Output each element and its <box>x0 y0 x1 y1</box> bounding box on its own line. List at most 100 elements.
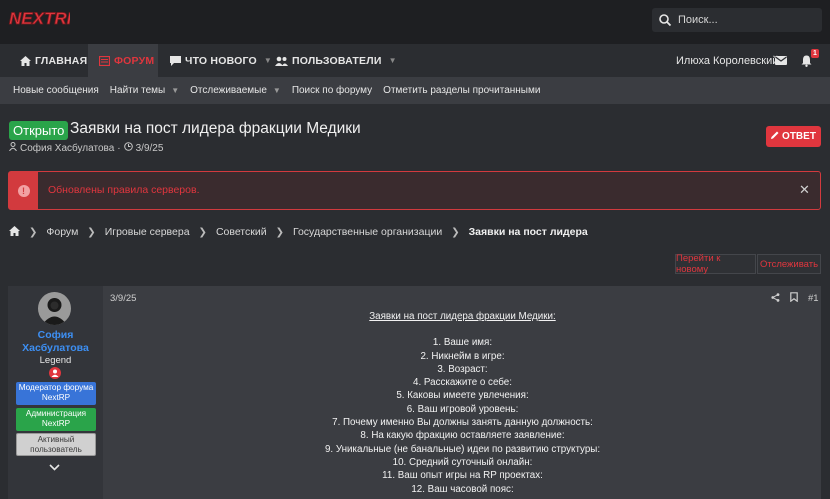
main-nav: ГЛАВНАЯ ФОРУМ ЧТО НОВОГО ▼ ПОЛЬЗОВАТЕЛИ … <box>0 44 830 77</box>
banner-line1: Администрация <box>25 409 87 418</box>
home-icon <box>20 55 31 66</box>
user-banner-active: Активный пользователь <box>16 433 96 456</box>
chevron-down-icon[interactable] <box>49 462 60 474</box>
post-username-line1: София <box>37 329 74 341</box>
breadcrumb-forum[interactable]: Форум <box>46 226 78 238</box>
user-icon <box>9 142 17 154</box>
nav-forum-label: ФОРУМ <box>114 54 155 67</box>
share-icon[interactable] <box>771 292 780 305</box>
top-bar: NEXTRP Поиск... <box>0 0 830 44</box>
reply-button[interactable]: ОТВЕТ <box>766 126 821 147</box>
post-content-title: Заявки на пост лидера фракции Медики: <box>369 311 556 322</box>
chevron-right-icon: ❯ <box>87 226 96 238</box>
chevron-right-icon: ❯ <box>275 226 284 238</box>
post-line: 5. Каковы имеете увлечения: <box>396 390 529 402</box>
search-placeholder: Поиск... <box>678 14 718 26</box>
status-badge: Открыто <box>9 121 69 140</box>
thread-meta: София Хасбулатова · 3/9/25 <box>9 142 163 154</box>
chevron-right-icon: ❯ <box>198 226 207 238</box>
watch-button[interactable]: Отслеживать <box>757 254 821 274</box>
bell-icon[interactable] <box>801 55 812 70</box>
page-title: Заявки на пост лидера фракции Медики <box>70 120 361 137</box>
user-banner-admin: Администрация NextRP <box>16 408 96 431</box>
user-banner-moderator: Модератор форума NextRP <box>16 382 96 405</box>
alert-message: Обновлены правила серверов. <box>48 184 200 196</box>
post-line: 12. Ваш часовой пояс: <box>411 483 514 495</box>
site-logo[interactable]: NEXTRP <box>8 8 70 28</box>
bookmark-icon[interactable] <box>790 292 798 305</box>
banner-line1: Активный <box>37 435 75 444</box>
sub-nav: Новые сообщения Найти темы ▼ Отслеживаемы… <box>0 77 830 104</box>
nav-users[interactable]: ПОЛЬЗОВАТЕЛИ ▼ <box>275 44 397 77</box>
banner-line2: NextRP <box>41 419 71 428</box>
post-line: 10. Средний суточный онлайн: <box>392 456 533 468</box>
nav-whats-new[interactable]: ЧТО НОВОГО ▼ <box>170 44 272 77</box>
post-username-line2: Хасбулатова <box>22 342 89 354</box>
banner-line1: Модератор форума <box>18 383 94 392</box>
current-user[interactable]: Илюха Королевский <box>676 44 778 77</box>
post-line: 2. Никнейм в игре: <box>420 350 505 362</box>
subnav-search-forums[interactable]: Поиск по форуму <box>292 85 372 96</box>
chevron-right-icon: ❯ <box>451 226 460 238</box>
post-line: 1. Ваше имя: <box>432 337 493 349</box>
post-username[interactable]: София Хасбулатова <box>8 329 103 355</box>
chevron-right-icon: ❯ <box>29 226 38 238</box>
mail-icon[interactable] <box>775 56 787 68</box>
forum-icon <box>99 55 110 66</box>
post-line: 4. Расскажите о себе: <box>413 377 512 389</box>
banner-line2: NextRP <box>41 393 71 402</box>
post-user-pane: София Хасбулатова Legend Модератор форум… <box>8 286 103 499</box>
post-line: 6. Ваш игровой уровень: <box>406 403 519 415</box>
chevron-down-icon: ▼ <box>171 86 180 95</box>
breadcrumb-sovetsky[interactable]: Советский <box>216 226 267 238</box>
subnav-find-threads[interactable]: Найти темы ▼ <box>110 85 179 96</box>
post-content: Заявки на пост лидера фракции Медики: 1.… <box>104 310 821 496</box>
subnav-watched[interactable]: Отслеживаемые ▼ <box>190 85 281 96</box>
rank-icon <box>49 367 61 379</box>
nav-home[interactable]: ГЛАВНАЯ <box>20 44 87 77</box>
breadcrumb-game-servers[interactable]: Игровые сервера <box>105 226 190 238</box>
post: София Хасбулатова Legend Модератор форум… <box>8 286 821 499</box>
notification-badge: 1 <box>811 49 819 58</box>
banner-line2: пользователь <box>30 445 82 454</box>
chat-icon <box>170 55 181 66</box>
post-line: 8. На какую фракцию оставляете заявление… <box>360 430 565 442</box>
post-line: 11. Ваш опыт игры на RP проектах: <box>382 470 543 482</box>
breadcrumb: ❯ Форум ❯ Игровые сервера ❯ Советский ❯ … <box>9 225 588 239</box>
search-icon <box>658 13 672 27</box>
breadcrumb-gov-orgs[interactable]: Государственные организации <box>293 226 442 238</box>
chevron-down-icon: ▼ <box>263 56 272 65</box>
thread-author[interactable]: София Хасбулатова <box>20 143 114 154</box>
users-icon <box>275 56 288 66</box>
subnav-find-threads-label: Найти темы <box>109 85 166 96</box>
subnav-new-posts[interactable]: Новые сообщения <box>13 85 99 96</box>
nav-forum[interactable]: ФОРУМ <box>88 44 158 77</box>
user-title: Legend <box>39 355 72 366</box>
chevron-down-icon: ▼ <box>388 56 397 65</box>
post-actions: #1 <box>771 292 819 305</box>
breadcrumb-current: Заявки на пост лидера <box>468 226 588 238</box>
nav-whats-new-label: ЧТО НОВОГО <box>185 54 257 67</box>
post-line: 9. Уникальные (не банальные) идеи по раз… <box>324 443 601 455</box>
subnav-watched-label: Отслеживаемые <box>190 85 267 96</box>
clock-icon <box>123 142 133 154</box>
chevron-down-icon: ▼ <box>272 86 281 95</box>
avatar[interactable] <box>38 292 71 325</box>
post-line: 3. Возраст: <box>437 363 488 375</box>
notice-alert: ! Обновлены правила серверов. ✕ <box>8 171 821 210</box>
post-date[interactable]: 3/9/25 <box>110 293 136 304</box>
home-icon[interactable] <box>9 225 20 239</box>
logo-text: NEXTRP <box>9 9 70 28</box>
nav-home-label: ГЛАВНАЯ <box>35 54 88 67</box>
subnav-mark-read[interactable]: Отметить разделы прочитанными <box>383 85 540 96</box>
post-line: 7. Почему именно Вы должны занять данную… <box>332 417 593 429</box>
post-number[interactable]: #1 <box>808 293 819 304</box>
meta-separator: · <box>117 142 121 154</box>
pencil-icon <box>771 131 779 142</box>
search-input[interactable]: Поиск... <box>652 8 822 32</box>
thread-date[interactable]: 3/9/25 <box>136 143 164 154</box>
goto-new-button[interactable]: Перейти к новому <box>675 253 756 275</box>
close-icon[interactable]: ✕ <box>799 182 810 198</box>
info-icon: ! <box>17 184 30 197</box>
reply-button-label: ОТВЕТ <box>782 131 816 142</box>
